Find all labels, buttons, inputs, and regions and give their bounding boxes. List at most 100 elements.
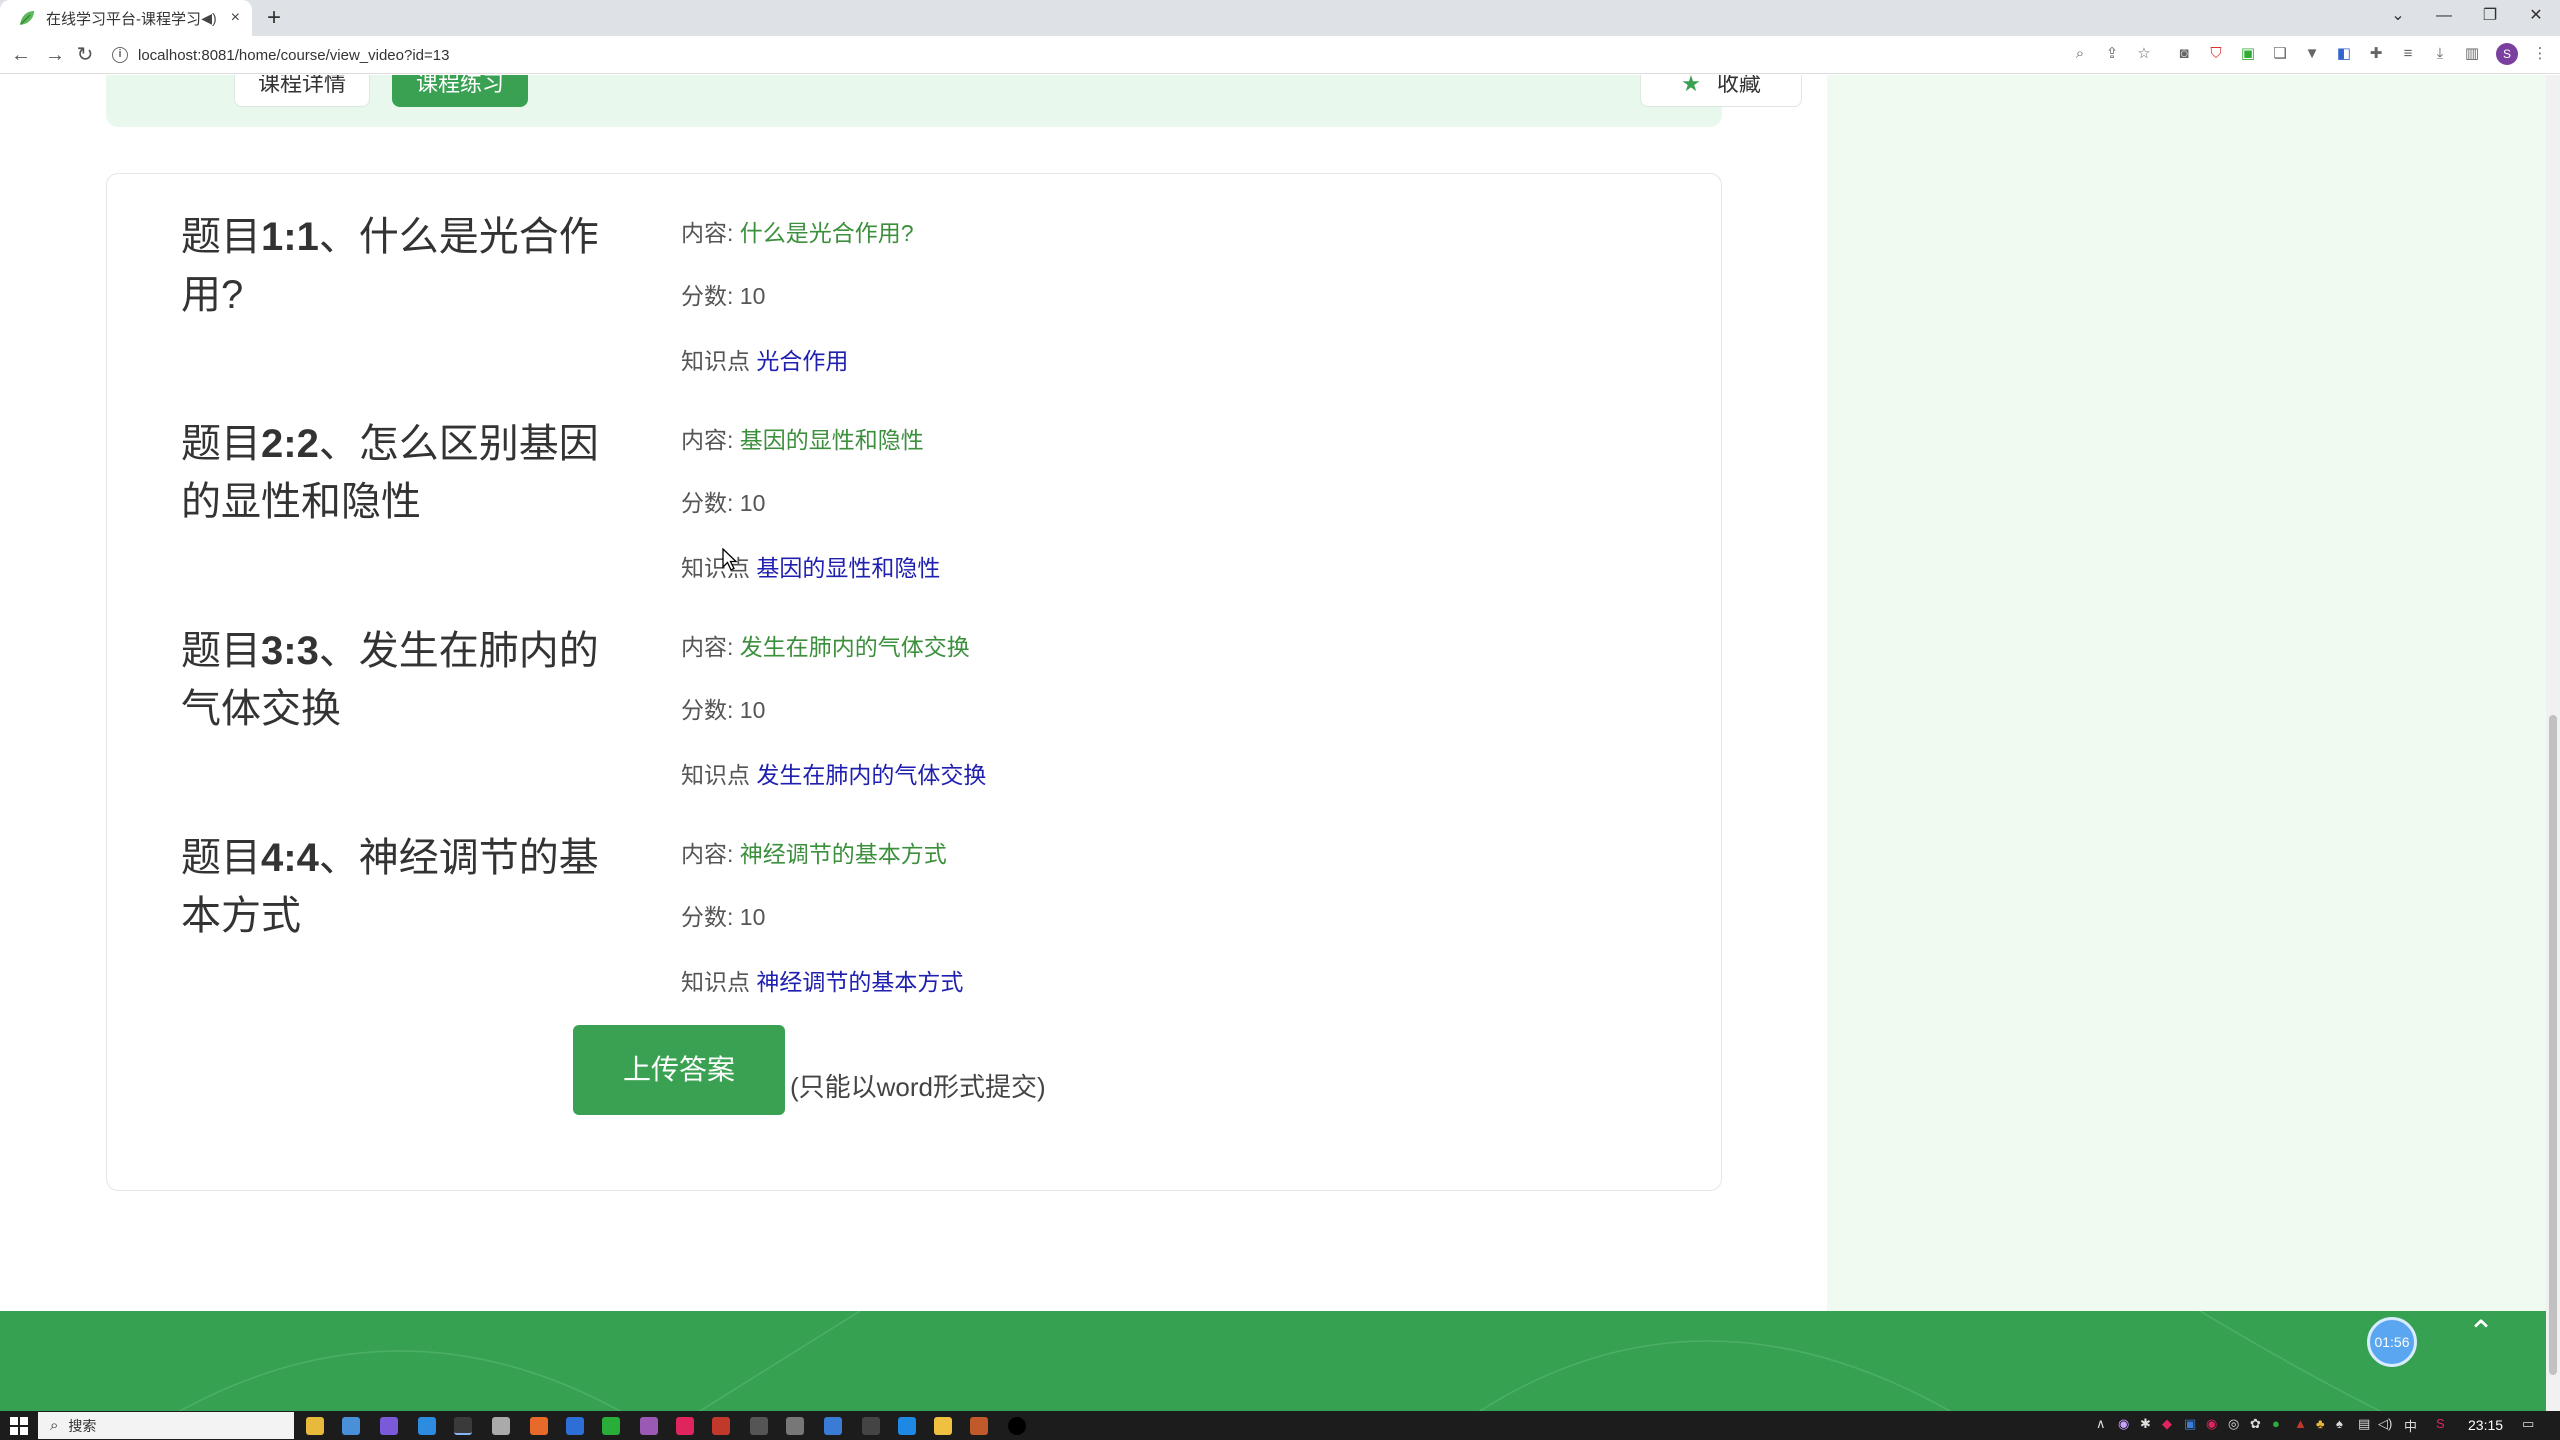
mouse-cursor-icon	[722, 548, 740, 572]
question-content: 内容: 神经调节的基本方式	[681, 835, 947, 869]
question-item: 题目1:1、什么是光合作用? 内容: 什么是光合作用? 分数: 10 知识点 光…	[181, 174, 1681, 379]
ime-indicator[interactable]: 中	[2404, 1416, 2417, 1435]
taskbar-app-icon[interactable]	[1008, 1417, 1026, 1435]
taskbar-app-icon[interactable]	[898, 1417, 916, 1435]
favorite-button[interactable]: ★收藏	[1640, 75, 1802, 107]
question-item: 题目2:2、怎么区别基因的显性和隐性 内容: 基因的显性和隐性 分数: 10 知…	[181, 381, 1681, 586]
taskbar-app-icon[interactable]	[566, 1417, 584, 1435]
back-arrow-icon[interactable]: ←	[8, 42, 34, 68]
tray-app-icon[interactable]: ◎	[2228, 1416, 2239, 1432]
taskbar-app-icon[interactable]	[380, 1417, 398, 1435]
course-exercise-tab[interactable]: 课程练习	[392, 75, 528, 107]
share-icon[interactable]: ⇪	[2102, 44, 2122, 64]
reading-list-icon[interactable]: ≡	[2398, 44, 2418, 64]
taskbar-app-icon[interactable]	[342, 1417, 360, 1435]
terminal-icon[interactable]	[862, 1417, 880, 1435]
tray-app-icon[interactable]: ▣	[2184, 1416, 2196, 1432]
taskbar-app-icon[interactable]	[750, 1417, 768, 1435]
back-to-top-icon[interactable]: ⌃	[2456, 1307, 2506, 1357]
puzzle-icon[interactable]: ✚	[2366, 44, 2386, 64]
taskbar-app-icon[interactable]	[824, 1417, 842, 1435]
course-tab-bar: 课程详情 课程练习 ★收藏	[106, 75, 1722, 127]
taskbar-app-icon[interactable]	[640, 1417, 658, 1435]
new-tab-button[interactable]: +	[260, 4, 288, 32]
taskbar-app-icon[interactable]	[786, 1417, 804, 1435]
close-window-button[interactable]: ✕	[2516, 0, 2556, 32]
shield-icon[interactable]: ⛉	[2206, 44, 2226, 64]
search-icon: ⌕	[50, 1417, 58, 1434]
tray-wechat-icon[interactable]: ●	[2272, 1416, 2280, 1431]
volume-icon[interactable]: ◁)	[2378, 1416, 2392, 1432]
network-icon[interactable]: ▤	[2358, 1416, 2370, 1432]
file-explorer-icon[interactable]	[306, 1417, 324, 1435]
tray-app-icon[interactable]: ◉	[2206, 1416, 2217, 1432]
favorite-label: 收藏	[1717, 75, 1761, 96]
question-title: 题目2:2、怎么区别基因的显性和隐性	[181, 415, 631, 531]
question-content: 内容: 基因的显性和隐性	[681, 421, 924, 455]
bookmark-star-icon[interactable]: ☆	[2134, 44, 2154, 64]
side-panel-icon[interactable]: ▥	[2462, 44, 2482, 64]
camera-icon[interactable]: ◙	[2174, 44, 2194, 64]
extension-green-icon[interactable]: ▣	[2238, 44, 2258, 64]
taskbar-search-box[interactable]: ⌕ 搜索	[38, 1412, 294, 1439]
question-item: 题目4:4、神经调节的基本方式 内容: 神经调节的基本方式 分数: 10 知识点…	[181, 795, 1681, 1000]
upload-answer-button[interactable]: 上传答案	[573, 1025, 785, 1115]
copy-icon[interactable]: ❏	[2270, 44, 2290, 64]
tray-app-icon[interactable]: ♣	[2316, 1416, 2325, 1431]
forward-arrow-icon[interactable]: →	[42, 42, 68, 68]
intellij-icon[interactable]	[970, 1417, 988, 1435]
question-content: 内容: 发生在肺内的气体交换	[681, 628, 970, 662]
taskbar-clock[interactable]: 23:15	[2468, 1417, 2503, 1433]
taskbar-app-icon[interactable]	[712, 1417, 730, 1435]
address-bar[interactable]: i localhost:8081/home/course/view_video?…	[112, 42, 2102, 68]
info-icon[interactable]: i	[112, 47, 128, 63]
course-detail-tab[interactable]: 课程详情	[234, 75, 370, 107]
tray-app-icon[interactable]: ♠	[2336, 1416, 2343, 1431]
taskbar-app-icon[interactable]	[418, 1417, 436, 1435]
windows-start-icon[interactable]	[10, 1417, 28, 1435]
settings-icon[interactable]	[492, 1417, 510, 1435]
tray-expand-icon[interactable]: ∧	[2096, 1416, 2106, 1432]
tray-app-icon[interactable]: ✱	[2140, 1416, 2151, 1432]
question-score: 分数: 10	[681, 277, 765, 311]
firefox-icon[interactable]	[530, 1417, 548, 1435]
leaf-icon	[18, 9, 36, 27]
tray-app-icon[interactable]: ▲	[2294, 1416, 2307, 1431]
question-title: 题目1:1、什么是光合作用?	[181, 208, 631, 324]
translate-icon[interactable]: ◧	[2334, 44, 2354, 64]
zoom-icon[interactable]: ⌕	[2070, 44, 2090, 64]
sogou-icon[interactable]: S	[2436, 1416, 2445, 1431]
minimize-button[interactable]: —	[2424, 0, 2464, 32]
tray-app-icon[interactable]: ◉	[2118, 1416, 2129, 1432]
question-score: 分数: 10	[681, 898, 765, 932]
taskbar-app-icon[interactable]	[934, 1417, 952, 1435]
notification-icon[interactable]: ▭	[2522, 1416, 2534, 1432]
tab-title: 在线学习平台-课程学习	[46, 8, 201, 29]
browser-tab[interactable]: 在线学习平台-课程学习 ◀) ×	[0, 0, 252, 36]
menu-dots-icon[interactable]: ⋮	[2530, 44, 2550, 64]
speaker-icon[interactable]: ◀)	[201, 10, 216, 27]
question-title: 题目3:3、发生在肺内的气体交换	[181, 622, 631, 738]
wechat-icon[interactable]	[602, 1417, 620, 1435]
url-text[interactable]: localhost:8081/home/course/view_video?id…	[138, 47, 449, 64]
reload-icon[interactable]: ↻	[72, 42, 98, 68]
page-scrollbar[interactable]	[2546, 75, 2560, 1411]
tray-app-icon[interactable]: ✿	[2250, 1416, 2261, 1432]
tab-close-button[interactable]: ×	[231, 9, 240, 27]
footer-decoration	[0, 1311, 2546, 1411]
restore-button[interactable]: ❐	[2470, 0, 2510, 32]
question-item: 题目3:3、发生在肺内的气体交换 内容: 发生在肺内的气体交换 分数: 10 知…	[181, 588, 1681, 793]
taskbar-search-placeholder: 搜索	[68, 1416, 96, 1436]
chrome-icon[interactable]	[454, 1417, 472, 1435]
video-timer-badge[interactable]: 01:56	[2367, 1317, 2417, 1367]
tab-search-icon[interactable]: ⌄	[2378, 0, 2418, 32]
page-viewport: 课程详情 课程练习 ★收藏 题目1:1、什么是光合作用? 内容: 什么是光合作用…	[0, 75, 2546, 1411]
taskbar-app-icon[interactable]	[676, 1417, 694, 1435]
tray-app-icon[interactable]: ◆	[2162, 1416, 2172, 1432]
question-knowledge-point: 知识点 光合作用	[681, 342, 848, 376]
filter-icon[interactable]: ▼	[2302, 44, 2322, 64]
question-score: 分数: 10	[681, 691, 765, 725]
scrollbar-thumb[interactable]	[2549, 715, 2557, 1375]
profile-avatar[interactable]: S	[2496, 43, 2518, 65]
download-icon[interactable]: ⤓	[2430, 44, 2450, 64]
